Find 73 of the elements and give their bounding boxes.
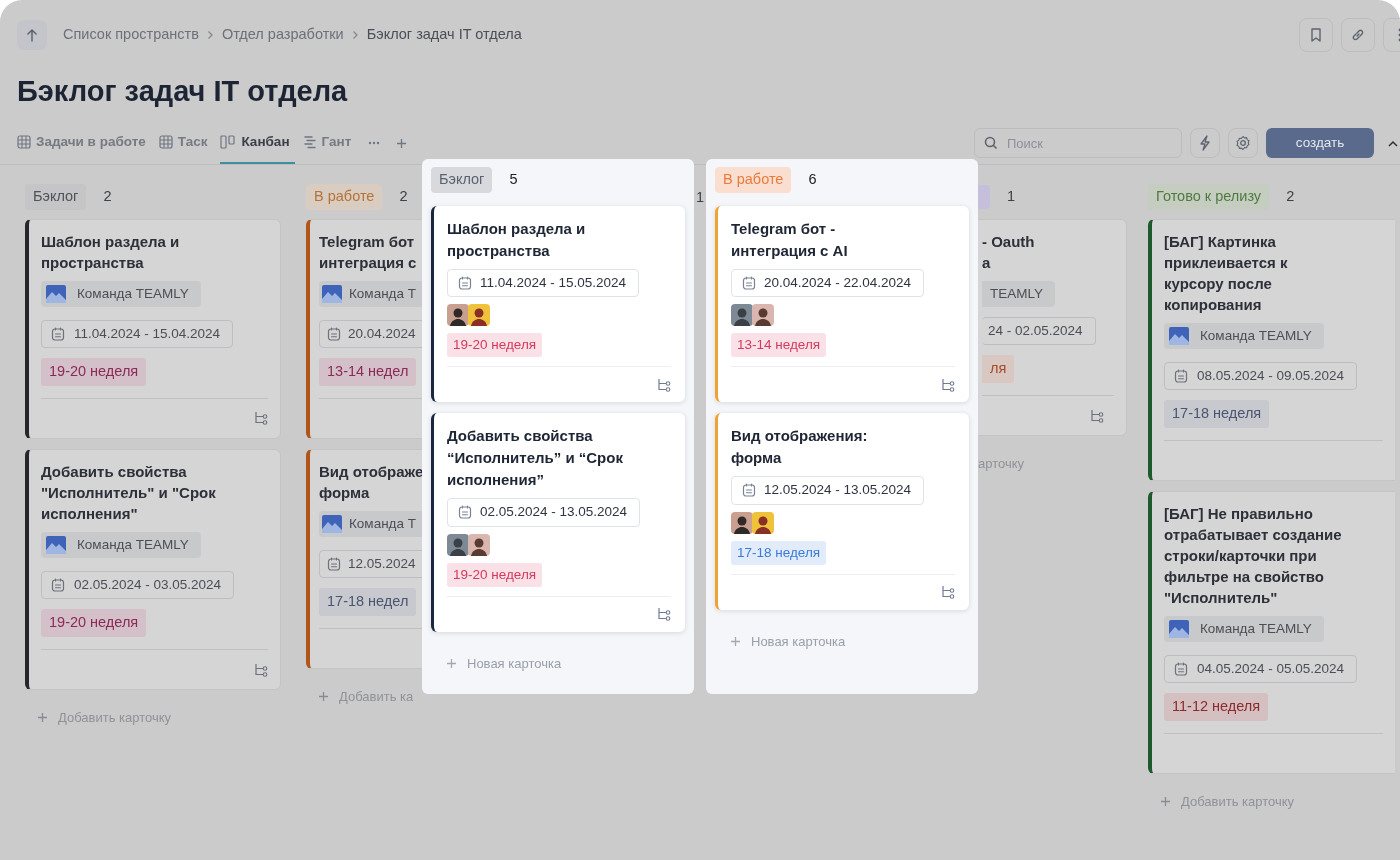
team-name: TEAMLY: [990, 284, 1043, 303]
task-card[interactable]: Telegram бот интеграция с Команда T 20.04.2024 13-14 недел: [306, 218, 422, 439]
breadcrumb-link[interactable]: Список пространств: [63, 24, 199, 46]
card-count: 2: [103, 186, 112, 206]
date-text: 11.04.2024 - 15.05.2024: [480, 273, 627, 292]
week-tag: 19-20 неделя: [41, 358, 147, 386]
card-count: 6: [808, 170, 817, 190]
date-text: 02.05.2024 - 03.05.2024: [74, 576, 222, 595]
week-tag: 11-12 неделя: [1164, 693, 1269, 722]
team-name: Команда TEAMLY: [1200, 326, 1312, 345]
card-title: Добавить свойства "Исполнитель" и "Срок исполнения": [41, 461, 217, 524]
task-card[interactable]: Telegram бот - интеграция с AI 20.04.2024 - 22.04.2024 13-14 неделя: [715, 205, 969, 403]
column-label: Готово к релизу: [1148, 183, 1270, 210]
column-label: В работе: [306, 183, 383, 210]
card-title: Вид отображе: [319, 461, 422, 482]
card-title: интеграция с: [319, 252, 418, 273]
column-label: В работе: [715, 167, 792, 194]
card-title: Вид отображения: форма: [731, 426, 869, 469]
card-title: Добавить свойства “Исполнитель” и “Срок исполнения”: [447, 426, 624, 491]
team-name: Команда TEAMLY: [77, 284, 189, 303]
week-tag: 17-18 неделя: [1164, 400, 1270, 428]
team-name: Команда TEAMLY: [1200, 619, 1312, 638]
card-count: 2: [399, 186, 408, 206]
week-tag: 17-18 недел: [319, 588, 417, 617]
task-card[interactable]: [БАГ] Картинка приклеивается к курсору после копирования Команда TEAMLY 08.05.2024 - 09.05.2024 17-18 неделя: [1148, 218, 1395, 481]
card-count: 1: [694, 187, 706, 207]
card-count: 2: [1286, 186, 1295, 206]
task-card[interactable]: Шаблон раздела и пространства Команда TEAMLY 11.04.2024 - 15.04.2024 19-20 неделя: [25, 218, 281, 439]
week-tag: ля: [982, 355, 1015, 384]
search-field[interactable]: Поиск: [974, 128, 1182, 159]
view-tab[interactable]: Канбан: [220, 122, 295, 164]
breadcrumb-link[interactable]: Бэклог задач IT отдела: [366, 24, 522, 46]
column-label: Бэклог: [25, 183, 87, 210]
date-text: 12.05.2024: [348, 555, 416, 574]
team-name: Команда T: [349, 284, 416, 303]
task-card[interactable]: Добавить свойства "Исполнитель" и "Срок исполнения" Команда TEAMLY 02.05.2024 - 03.05.2024 19-20 неделя: [25, 448, 281, 691]
card-title: форма: [319, 482, 371, 503]
date-text: 24 - 02.05.2024: [988, 322, 1083, 341]
task-card[interactable]: Шаблон раздела и пространства 11.04.2024 - 15.05.2024 19-20 неделя: [431, 205, 685, 403]
task-card[interactable]: - Oauth а TEAMLY 24 - 02.05.2024 ля: [978, 218, 1127, 437]
column-label: Бэклог: [431, 167, 493, 194]
card-title: [БАГ] Не правильно отрабатывает создание строки/карточки при фильтре на свойство "Исполнитель": [1164, 503, 1343, 608]
week-tag: 19-20 неделя: [447, 562, 543, 587]
card-title: Шаблон раздела и пространства: [41, 231, 181, 273]
week-tag: 19-20 неделя: [447, 333, 543, 358]
card-title: Telegram бот: [319, 231, 416, 252]
date-text: 20.04.2024: [348, 324, 416, 343]
date-text: 04.05.2024 - 05.05.2024: [1197, 660, 1345, 679]
page-title: Бэклог задач IT отдела: [17, 74, 349, 109]
card-count: 5: [509, 170, 518, 190]
card-title: [БАГ] Картинка приклеивается к курсору после копирования: [1164, 231, 1289, 315]
card-count: 1: [1007, 186, 1016, 206]
task-card[interactable]: Вид отображения: форма 12.05.2024 - 13.05.2024 17-18 неделя: [715, 413, 969, 610]
week-tag: 13-14 неделя: [731, 333, 827, 358]
card-title: Telegram бот - интеграция с AI: [731, 218, 849, 261]
week-tag: 13-14 недел: [319, 358, 417, 386]
date-text: 20.04.2024 - 22.04.2024: [764, 273, 912, 292]
breadcrumb-link[interactable]: Отдел разработки: [221, 24, 344, 46]
team-name: Команда TEAMLY: [77, 535, 189, 554]
week-tag: 17-18 неделя: [731, 540, 827, 565]
task-card[interactable]: Добавить свойства “Исполнитель” и “Срок исполнения” 02.05.2024 - 13.05.2024 19-20 неделя: [431, 413, 685, 632]
create-button[interactable]: создать: [1266, 128, 1374, 159]
card-title: Шаблон раздела и пространства: [447, 218, 587, 261]
team-name: Команда T: [349, 514, 416, 533]
card-title: - Oauth: [982, 231, 1036, 252]
date-text: 11.04.2024 - 15.04.2024: [74, 324, 221, 343]
task-card[interactable]: Вид отображе форма Команда T 12.05.2024 17-18 недел: [306, 448, 422, 670]
date-text: 02.05.2024 - 13.05.2024: [480, 503, 628, 522]
week-tag: 19-20 неделя: [41, 609, 147, 638]
card-title: а: [982, 252, 992, 273]
date-text: 12.05.2024 - 13.05.2024: [764, 481, 912, 500]
task-card[interactable]: [БАГ] Не правильно отрабатывает создание строки/карточки при фильтре на свойство "Исполнитель" Команда TEAMLY 04.05.2024 - 05.05.2024 11-12 неделя: [1148, 490, 1395, 775]
date-text: 08.05.2024 - 09.05.2024: [1197, 366, 1345, 385]
